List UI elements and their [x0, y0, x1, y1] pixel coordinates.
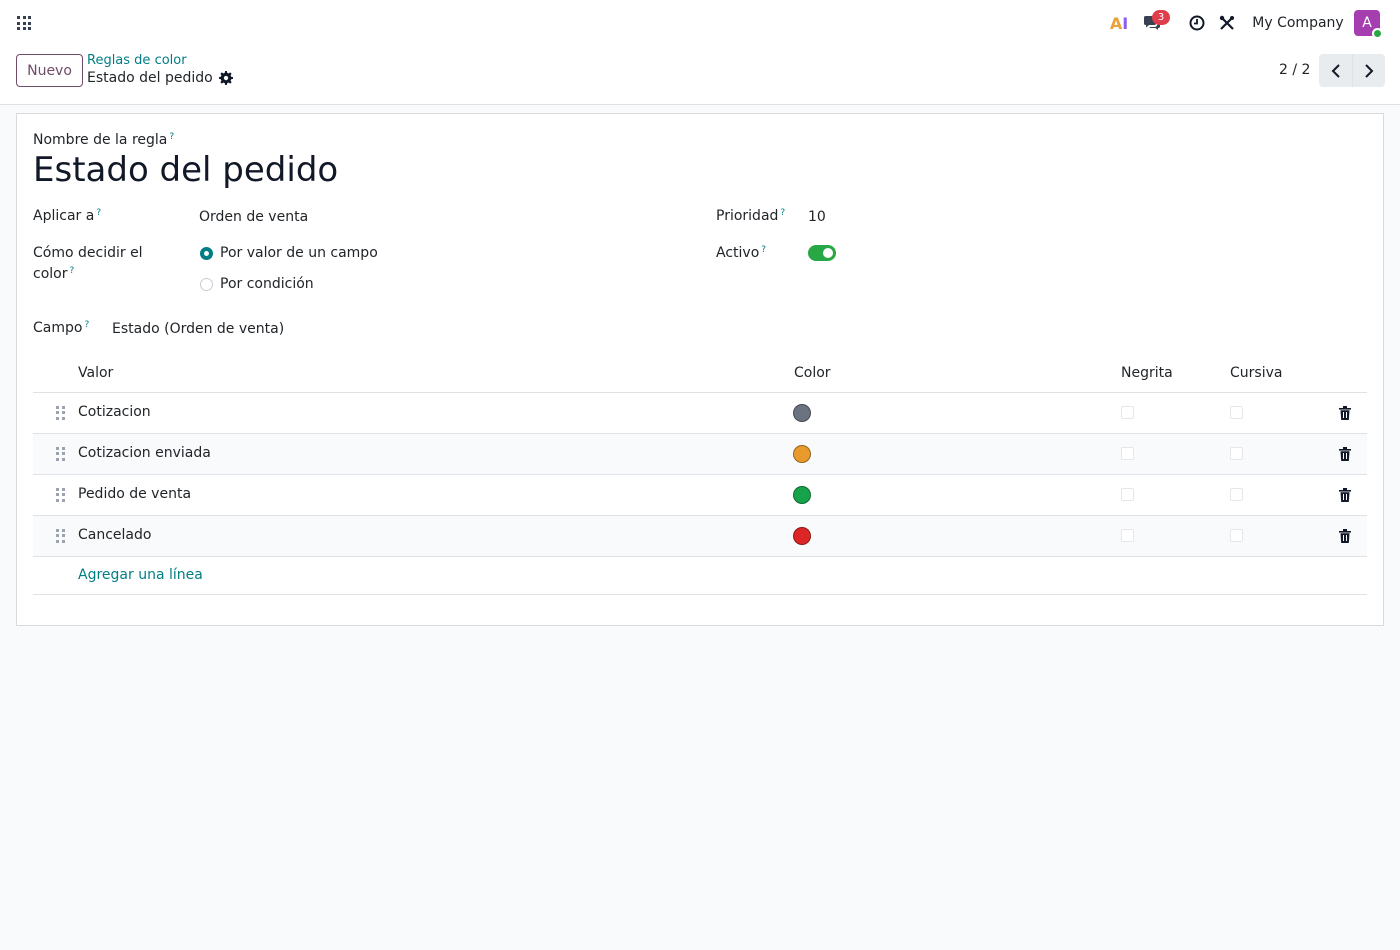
decide-color-label-text: color	[33, 266, 68, 282]
value-cell[interactable]: Cancelado	[78, 527, 151, 543]
debug-tools-button[interactable]	[1215, 0, 1239, 46]
ai-icon-letter-i: I	[1122, 13, 1129, 33]
breadcrumb-parent-link[interactable]: Reglas de color	[87, 53, 187, 68]
italic-checkbox[interactable]	[1230, 447, 1243, 460]
pager-next-button[interactable]	[1352, 54, 1385, 87]
column-header-value[interactable]: Valor	[78, 365, 113, 381]
italic-checkbox[interactable]	[1230, 406, 1243, 419]
help-tooltip[interactable]: ?	[84, 320, 89, 330]
help-tooltip[interactable]: ?	[780, 208, 785, 218]
color-swatch[interactable]	[793, 445, 811, 463]
bold-checkbox[interactable]	[1121, 529, 1134, 542]
clock-icon	[1189, 15, 1205, 31]
radio-by-field-label[interactable]: Por valor de un campo	[220, 245, 378, 261]
apply-to-label-text: Aplicar a	[33, 208, 95, 224]
priority-label-text: Prioridad	[716, 208, 779, 224]
color-swatch[interactable]	[793, 527, 811, 545]
control-panel: Nuevo Reglas de color Estado del pedido …	[0, 46, 1400, 105]
radio-by-condition-label[interactable]: Por condición	[220, 276, 314, 292]
drag-handle-icon[interactable]	[56, 529, 66, 543]
toggle-knob	[823, 248, 833, 258]
table-row[interactable]: Cotizacion	[33, 393, 1367, 434]
new-button[interactable]: Nuevo	[16, 54, 83, 87]
column-header-color[interactable]: Color	[794, 365, 831, 381]
bold-checkbox[interactable]	[1121, 488, 1134, 501]
column-header-bold[interactable]: Negrita	[1121, 365, 1173, 381]
bold-checkbox[interactable]	[1121, 447, 1134, 460]
field-value[interactable]: Estado (Orden de venta)	[112, 321, 284, 337]
trash-icon[interactable]	[1339, 406, 1351, 420]
chevron-right-icon	[1365, 63, 1374, 78]
top-navbar: AI 3 My Company A	[0, 0, 1400, 46]
help-tooltip[interactable]: ?	[96, 208, 101, 218]
active-toggle[interactable]	[808, 245, 836, 261]
table-body: Cotizacion Cotizacion enviada Pedido de ve…	[33, 393, 1367, 557]
value-cell[interactable]: Cotizacion	[78, 404, 151, 420]
help-tooltip[interactable]: ?	[761, 245, 766, 255]
form-sheet: Nombre de la regla? Estado del pedido Ap…	[16, 113, 1384, 626]
column-header-italic[interactable]: Cursiva	[1230, 365, 1282, 381]
value-cell[interactable]: Cotizacion enviada	[78, 445, 211, 461]
drag-handle-icon[interactable]	[56, 447, 66, 461]
radio-by-condition[interactable]	[200, 278, 213, 291]
value-cell[interactable]: Pedido de venta	[78, 486, 191, 502]
pager-previous-button[interactable]	[1319, 54, 1352, 87]
rule-name-input[interactable]: Estado del pedido	[33, 150, 338, 190]
company-switcher[interactable]: My Company	[1248, 0, 1348, 46]
drag-handle-icon[interactable]	[56, 488, 66, 502]
drag-handle-icon[interactable]	[56, 406, 66, 420]
color-swatch[interactable]	[793, 486, 811, 504]
activity-button[interactable]	[1185, 0, 1209, 46]
rule-name-label: Nombre de la regla?	[33, 132, 174, 148]
user-avatar[interactable]: A	[1354, 10, 1383, 39]
radio-by-field[interactable]	[200, 247, 213, 260]
active-label-text: Activo	[716, 245, 760, 261]
messaging-button[interactable]: 3	[1140, 0, 1170, 46]
pager-value[interactable]: 2 / 2	[1279, 62, 1310, 78]
add-line-row: Agregar una línea	[33, 557, 1367, 595]
color-swatch[interactable]	[793, 404, 811, 422]
apply-to-label: Aplicar a?	[33, 208, 101, 224]
ai-icon-letter-a: A	[1109, 13, 1123, 33]
trash-icon[interactable]	[1339, 447, 1351, 461]
messages-badge: 3	[1152, 10, 1170, 25]
help-tooltip[interactable]: ?	[169, 132, 174, 142]
table-row[interactable]: Cotizacion enviada	[33, 434, 1367, 475]
table-row[interactable]: Pedido de venta	[33, 475, 1367, 516]
table-row[interactable]: Cancelado	[33, 516, 1367, 557]
italic-checkbox[interactable]	[1230, 529, 1243, 542]
decide-color-label-line2: color?	[33, 266, 74, 282]
bold-checkbox[interactable]	[1121, 406, 1134, 419]
color-values-table: Valor Color Negrita Cursiva Cotizacion Co…	[33, 356, 1367, 595]
help-tooltip[interactable]: ?	[69, 266, 74, 276]
italic-checkbox[interactable]	[1230, 488, 1243, 501]
priority-input[interactable]: 10	[808, 209, 826, 225]
breadcrumb-current: Estado del pedido	[87, 70, 213, 86]
apply-to-value[interactable]: Orden de venta	[199, 209, 308, 225]
chevron-left-icon	[1331, 63, 1340, 78]
avatar-initial: A	[1362, 15, 1372, 31]
ai-icon[interactable]: AI	[1108, 0, 1130, 46]
gear-icon[interactable]	[219, 71, 233, 85]
decide-color-label: Cómo decidir el	[33, 245, 143, 261]
priority-label: Prioridad?	[716, 208, 785, 224]
table-header: Valor Color Negrita Cursiva	[33, 356, 1367, 393]
apps-menu-icon[interactable]	[17, 16, 31, 30]
rule-name-label-text: Nombre de la regla	[33, 132, 168, 148]
online-status-dot	[1372, 28, 1383, 39]
field-label-text: Campo	[33, 320, 83, 336]
tools-icon	[1219, 15, 1234, 30]
add-line-link[interactable]: Agregar una línea	[78, 567, 203, 583]
field-label: Campo?	[33, 320, 89, 336]
trash-icon[interactable]	[1339, 529, 1351, 543]
trash-icon[interactable]	[1339, 488, 1351, 502]
active-label: Activo?	[716, 245, 766, 261]
